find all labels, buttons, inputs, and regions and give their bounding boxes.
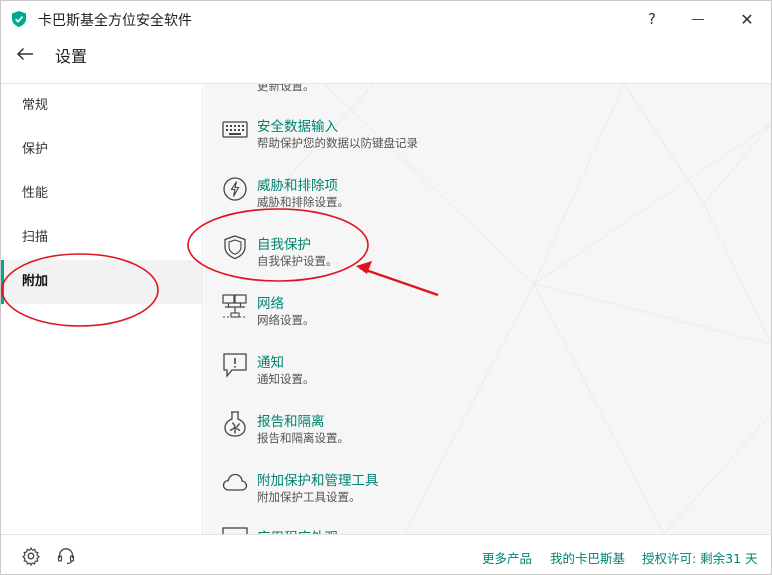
settings-list: 更新设置。 安全数据输入 帮助保护您的数据以防键盘记录 威胁和排除项 威胁和排除… — [204, 84, 771, 534]
more-products-link[interactable]: 更多产品 — [482, 548, 532, 567]
row-desc: 自我保护设置。 — [257, 254, 338, 268]
row-desc: 帮助保护您的数据以防键盘记录 — [257, 136, 418, 150]
settings-row-secure-input[interactable]: 安全数据输入 帮助保护您的数据以防键盘记录 — [222, 115, 642, 159]
row-desc: 威胁和排除设置。 — [257, 195, 349, 209]
sidebar-item-general[interactable]: 常规 — [1, 84, 202, 128]
row-desc: 通知设置。 — [257, 372, 315, 386]
flask-icon — [224, 411, 246, 437]
row-title[interactable]: 附加保护和管理工具 — [257, 469, 379, 489]
threat-lightning-icon — [223, 177, 247, 201]
app-window: 卡巴斯基全方位安全软件 ? — ✕ 设置 常规 保护 性能 扫描 附加 更新设置… — [0, 0, 772, 575]
settings-row-network[interactable]: 网络 网络设置。 — [222, 292, 642, 336]
window-title: 卡巴斯基全方位安全软件 — [38, 13, 192, 29]
close-button[interactable]: ✕ — [732, 7, 762, 31]
kaspersky-logo-icon — [12, 11, 26, 27]
monitor-icon — [222, 527, 248, 534]
my-kaspersky-link[interactable]: 我的卡巴斯基 — [550, 548, 625, 567]
back-arrow-icon[interactable] — [15, 45, 35, 63]
row-title[interactable]: 应用程序外观 — [257, 526, 338, 534]
footer-bar: 更多产品 我的卡巴斯基 授权许可: 剩余31 天 — [1, 534, 771, 574]
network-icon — [222, 294, 247, 318]
row-title[interactable]: 网络 — [257, 292, 284, 312]
row-title[interactable]: 安全数据输入 — [257, 115, 338, 135]
row-title[interactable]: 威胁和排除项 — [257, 174, 338, 194]
shield-icon — [224, 235, 246, 260]
keyboard-icon — [222, 121, 248, 138]
support-headset-icon[interactable] — [56, 546, 76, 566]
settings-row-additional-tools[interactable]: 附加保护和管理工具 附加保护工具设置。 — [222, 469, 642, 513]
settings-gear-icon[interactable] — [21, 546, 41, 566]
minimize-button[interactable]: — — [683, 7, 713, 31]
row-desc: 报告和隔离设置。 — [257, 431, 349, 445]
partial-row-desc: 更新设置。 — [257, 84, 315, 93]
settings-row-threats[interactable]: 威胁和排除项 威胁和排除设置。 — [222, 174, 642, 218]
title-bar: 卡巴斯基全方位安全软件 ? — ✕ — [1, 1, 771, 37]
help-button[interactable]: ? — [637, 7, 667, 31]
license-status-link[interactable]: 授权许可: 剩余31 天 — [642, 548, 758, 567]
settings-row-appearance[interactable]: 应用程序外观 — [222, 526, 642, 534]
sidebar-item-protection[interactable]: 保护 — [1, 128, 202, 172]
sidebar-item-additional[interactable]: 附加 — [1, 260, 202, 304]
page-title: 设置 — [55, 47, 88, 66]
settings-row-notifications[interactable]: 通知 通知设置。 — [222, 351, 642, 395]
sidebar-item-performance[interactable]: 性能 — [1, 172, 202, 216]
settings-row-reports-quarantine[interactable]: 报告和隔离 报告和隔离设置。 — [222, 410, 642, 454]
row-title[interactable]: 自我保护 — [257, 233, 311, 253]
row-title[interactable]: 报告和隔离 — [257, 410, 325, 430]
row-desc: 附加保护工具设置。 — [257, 490, 361, 504]
cloud-icon — [222, 473, 248, 491]
sidebar: 常规 保护 性能 扫描 附加 — [1, 84, 203, 534]
settings-row-self-defense[interactable]: 自我保护 自我保护设置。 — [222, 233, 642, 277]
notification-icon — [223, 353, 247, 378]
row-desc: 网络设置。 — [257, 313, 315, 327]
row-title[interactable]: 通知 — [257, 351, 284, 371]
sidebar-item-scan[interactable]: 扫描 — [1, 216, 202, 260]
